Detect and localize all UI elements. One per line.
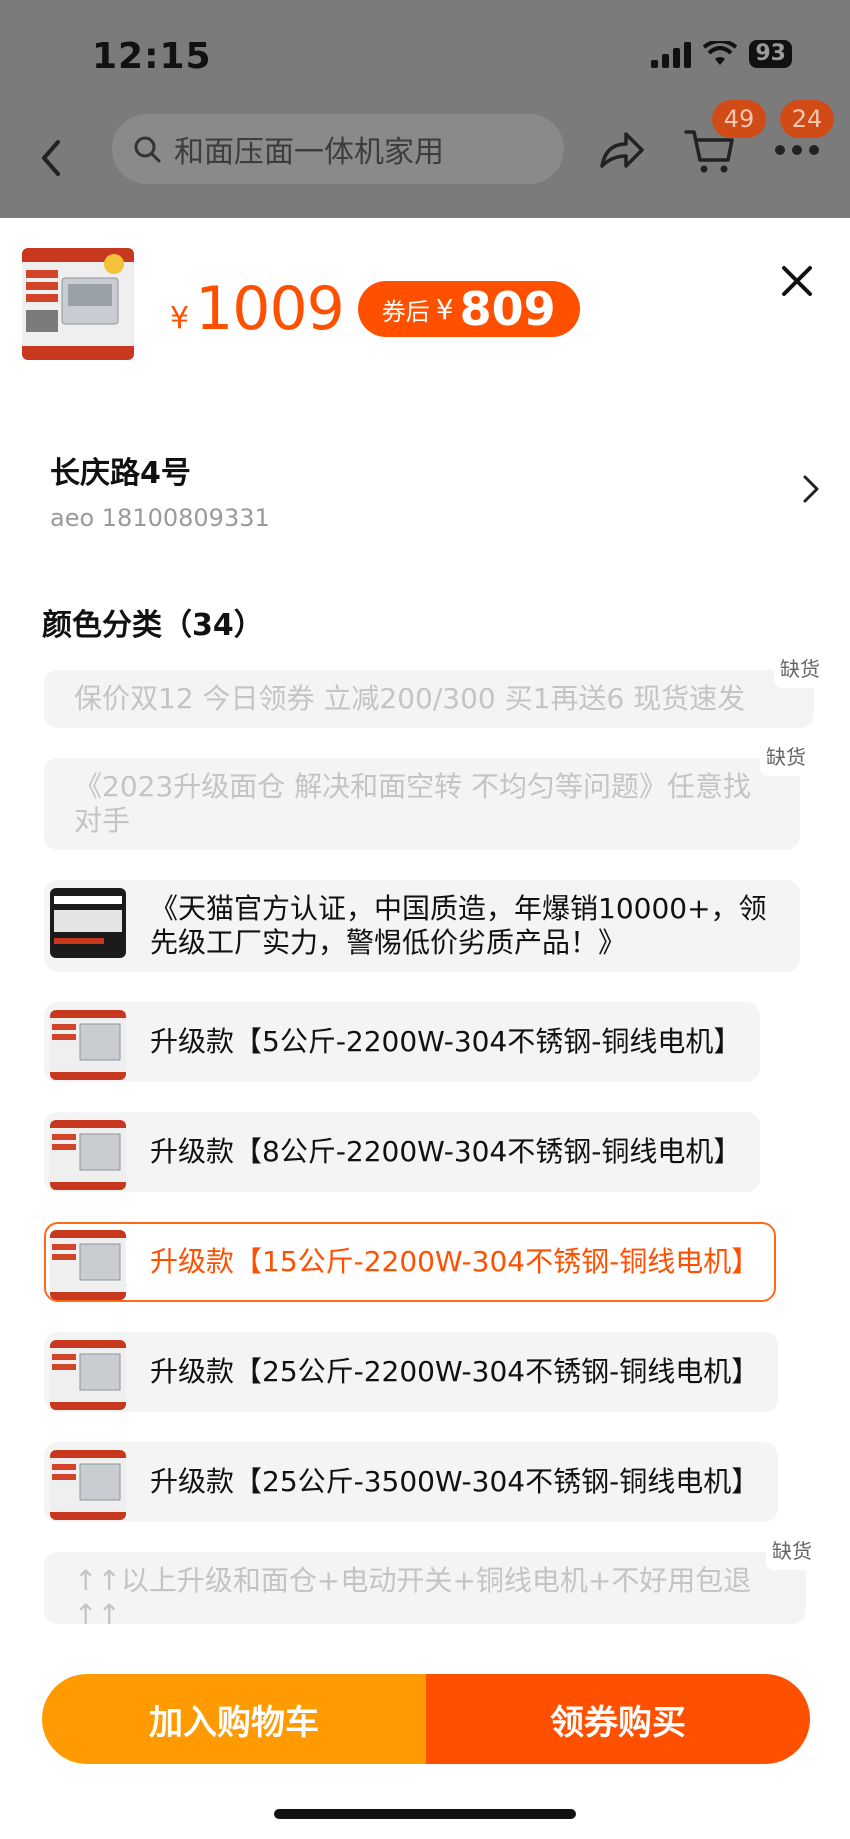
out-of-stock-badge: 缺货 bbox=[766, 1532, 818, 1570]
product-thumbnail[interactable] bbox=[22, 248, 134, 360]
out-of-stock-badge: 缺货 bbox=[774, 650, 826, 688]
search-icon bbox=[134, 136, 161, 163]
back-icon[interactable] bbox=[40, 128, 70, 188]
search-placeholder: 和面压面一体机家用 bbox=[174, 135, 444, 170]
sku-selection-sheet: ¥ 1009 券后 ¥ 809 长庆路4号 aeo 18100809331 颜色… bbox=[0, 218, 850, 1839]
message-count-badge: 24 bbox=[780, 100, 834, 138]
sku-option-image bbox=[50, 1120, 126, 1190]
sku-option-label: 《天猫官方认证，中国质造，年爆销10000+，领先级工厂实力，警惕低价劣质产品！… bbox=[150, 892, 767, 959]
coupon-currency: ¥ bbox=[435, 292, 454, 326]
sku-option[interactable]: 升级款【5公斤-2200W-304不锈钢-铜线电机】 bbox=[44, 1002, 760, 1082]
coupon-price-badge: 券后 ¥ 809 bbox=[357, 281, 580, 337]
share-icon[interactable] bbox=[596, 126, 646, 176]
action-bar: 加入购物车 领券购买 bbox=[42, 1674, 810, 1764]
sku-option-image bbox=[50, 1340, 126, 1410]
sku-option[interactable]: 《天猫官方认证，中国质造，年爆销10000+，领先级工厂实力，警惕低价劣质产品！… bbox=[44, 880, 800, 972]
sku-option[interactable]: 升级款【25公斤-2200W-304不锈钢-铜线电机】 bbox=[44, 1332, 778, 1412]
sku-option[interactable]: 升级款【8公斤-2200W-304不锈钢-铜线电机】 bbox=[44, 1112, 760, 1192]
sku-option[interactable]: 升级款【25公斤-3500W-304不锈钢-铜线电机】 bbox=[44, 1442, 778, 1522]
sku-option-label: ↑↑以上升级和面仓+电动开关+铜线电机+不好用包退↑↑ bbox=[74, 1564, 752, 1631]
status-icons: 93 bbox=[651, 40, 792, 68]
sku-option-selected[interactable]: 升级款【15公斤-2200W-304不锈钢-铜线电机】 bbox=[44, 1222, 776, 1302]
price-row: ¥ 1009 券后 ¥ 809 bbox=[170, 274, 580, 344]
shipping-address[interactable]: 长庆路4号 aeo 18100809331 bbox=[50, 448, 819, 538]
nav-bar: 和面压面一体机家用 49 24 bbox=[0, 100, 850, 210]
sku-option-label: 升级款【25公斤-3500W-304不锈钢-铜线电机】 bbox=[150, 1465, 760, 1498]
sku-option-label: 《2023升级面仓 解决和面空转 不均匀等问题》任意找对手 bbox=[74, 770, 752, 837]
sku-option-label: 升级款【15公斤-2200W-304不锈钢-铜线电机】 bbox=[150, 1245, 760, 1278]
price-value: 1009 bbox=[195, 274, 345, 344]
cart-count-badge: 49 bbox=[712, 100, 766, 138]
sku-option-label: 升级款【25公斤-2200W-304不锈钢-铜线电机】 bbox=[150, 1355, 760, 1388]
wifi-icon bbox=[703, 41, 738, 65]
sku-option-disabled[interactable]: 《2023升级面仓 解决和面空转 不均匀等问题》任意找对手 缺货 bbox=[44, 738, 812, 850]
sku-option-image bbox=[50, 888, 126, 958]
home-indicator bbox=[274, 1809, 576, 1819]
page-header-overlay: 12:15 93 和面压面一体机家用 49 24 bbox=[0, 0, 850, 218]
price-currency: ¥ bbox=[170, 300, 190, 336]
sku-option-label: 保价双12 今日领券 立减200/300 买1再送6 现货速发 bbox=[74, 682, 746, 715]
color-category-title: 颜色分类（34） bbox=[42, 608, 264, 643]
address-contact: aeo 18100809331 bbox=[50, 504, 270, 532]
status-time: 12:15 bbox=[92, 36, 212, 77]
sku-option-disabled[interactable]: ↑↑以上升级和面仓+电动开关+铜线电机+不好用包退↑↑ 缺货 bbox=[44, 1532, 818, 1631]
battery-indicator: 93 bbox=[749, 40, 792, 68]
sku-options-list: 保价双12 今日领券 立减200/300 买1再送6 现货速发 缺货 《2023… bbox=[44, 650, 826, 1654]
search-input[interactable]: 和面压面一体机家用 bbox=[112, 114, 564, 184]
sku-option-label: 升级款【5公斤-2200W-304不锈钢-铜线电机】 bbox=[150, 1025, 742, 1058]
add-to-cart-button[interactable]: 加入购物车 bbox=[42, 1674, 426, 1764]
sku-option-image bbox=[50, 1010, 126, 1080]
sku-option-image bbox=[50, 1230, 126, 1300]
signal-icon bbox=[651, 40, 692, 68]
status-bar: 12:15 93 bbox=[0, 0, 850, 110]
address-name: 长庆路4号 bbox=[50, 456, 191, 491]
coupon-label: 券后 bbox=[381, 297, 430, 326]
out-of-stock-badge: 缺货 bbox=[760, 738, 812, 776]
sku-option-image bbox=[50, 1450, 126, 1520]
sku-option-label: 升级款【8公斤-2200W-304不锈钢-铜线电机】 bbox=[150, 1135, 742, 1168]
chevron-right-icon bbox=[803, 475, 819, 503]
buy-with-coupon-button[interactable]: 领券购买 bbox=[426, 1674, 810, 1764]
close-icon[interactable] bbox=[780, 264, 814, 298]
sku-option-disabled[interactable]: 保价双12 今日领券 立减200/300 买1再送6 现货速发 缺货 bbox=[44, 650, 826, 728]
more-icon[interactable] bbox=[772, 140, 822, 160]
coupon-price: 809 bbox=[459, 282, 556, 336]
